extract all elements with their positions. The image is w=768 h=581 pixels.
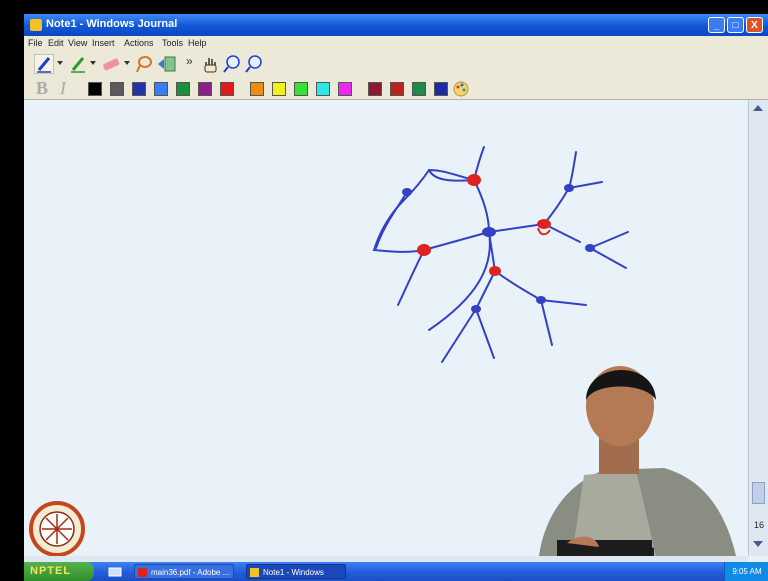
highlighter-dropdown-icon[interactable] xyxy=(90,60,96,66)
color-swatch[interactable] xyxy=(198,82,212,96)
nptel-logo-icon xyxy=(29,501,85,557)
close-button[interactable]: X xyxy=(746,17,763,33)
menu-edit[interactable]: Edit xyxy=(48,38,64,48)
menu-help[interactable]: Help xyxy=(188,38,207,48)
color-swatch[interactable] xyxy=(368,82,382,96)
taskbar-item-journal[interactable]: Note1 - Windows Jou... xyxy=(246,564,346,579)
eraser-icon[interactable] xyxy=(100,54,122,74)
color-swatch[interactable] xyxy=(434,82,448,96)
journal-app-icon xyxy=(30,19,42,31)
scroll-thumb[interactable] xyxy=(752,482,765,504)
color-swatch[interactable] xyxy=(316,82,330,96)
scroll-up-icon[interactable] xyxy=(753,104,763,112)
minimize-button[interactable]: _ xyxy=(708,17,725,33)
menu-tools[interactable]: Tools xyxy=(162,38,183,48)
scroll-down-icon[interactable] xyxy=(753,540,763,548)
color-swatch[interactable] xyxy=(338,82,352,96)
color-swatch[interactable] xyxy=(110,82,124,96)
page-indicator: 16 xyxy=(753,520,764,530)
vertical-scrollbar[interactable]: 16 xyxy=(748,100,768,556)
pen-dropdown-icon[interactable] xyxy=(57,60,63,66)
pen-toolbar: » xyxy=(24,51,768,78)
menu-file[interactable]: File xyxy=(28,38,43,48)
format-toolbar: B I xyxy=(24,77,768,100)
journal-canvas[interactable] xyxy=(24,100,748,557)
menu-bar: File Edit View Insert Actions Tools Help xyxy=(24,36,768,51)
window-title: Note1 - Windows Journal xyxy=(46,18,178,30)
color-swatch[interactable] xyxy=(250,82,264,96)
show-desktop-icon[interactable] xyxy=(108,566,122,577)
screen: Note1 - Windows Journal _ □ X File Edit … xyxy=(24,14,768,581)
menu-insert[interactable]: Insert xyxy=(92,38,115,48)
highlighter-icon[interactable] xyxy=(68,54,88,74)
taskbar-item-adobe[interactable]: main36.pdf - Adobe ... xyxy=(134,564,234,579)
bold-button[interactable]: B xyxy=(36,78,48,99)
taskbar: NPTEL main36.pdf - Adobe ... Note1 - Win… xyxy=(24,562,768,581)
start-button[interactable]: NPTEL xyxy=(24,562,94,581)
title-bar: Note1 - Windows Journal _ □ X xyxy=(24,14,768,36)
lasso-icon[interactable] xyxy=(134,54,154,74)
menu-view[interactable]: View xyxy=(68,38,87,48)
italic-button[interactable]: I xyxy=(60,78,66,99)
color-swatch[interactable] xyxy=(88,82,102,96)
taskbar-item-label: main36.pdf - Adobe ... xyxy=(151,568,230,577)
journal-icon xyxy=(250,568,259,577)
pen-color-picker-icon[interactable] xyxy=(452,80,470,98)
zoom-in-icon[interactable] xyxy=(222,54,242,74)
maximize-button[interactable]: □ xyxy=(727,17,744,33)
pen-icon[interactable] xyxy=(34,54,54,74)
pan-hand-icon[interactable] xyxy=(200,54,220,74)
menu-actions[interactable]: Actions xyxy=(124,38,154,48)
taskbar-item-label: Note1 - Windows Jou... xyxy=(263,568,324,577)
presenter-video-overlay xyxy=(539,366,736,556)
color-swatch[interactable] xyxy=(176,82,190,96)
color-swatch[interactable] xyxy=(220,82,234,96)
color-swatch[interactable] xyxy=(132,82,146,96)
color-swatch[interactable] xyxy=(294,82,308,96)
more-tools-icon[interactable]: » xyxy=(186,54,193,68)
color-swatch[interactable] xyxy=(272,82,286,96)
zoom-out-icon[interactable] xyxy=(244,54,264,74)
pdf-icon xyxy=(138,568,147,577)
color-swatch[interactable] xyxy=(154,82,168,96)
color-swatch[interactable] xyxy=(412,82,426,96)
color-swatch[interactable] xyxy=(390,82,404,96)
eraser-dropdown-icon[interactable] xyxy=(124,60,130,66)
insert-space-icon[interactable] xyxy=(156,54,178,74)
system-tray-clock: 9:05 AM xyxy=(724,562,768,581)
